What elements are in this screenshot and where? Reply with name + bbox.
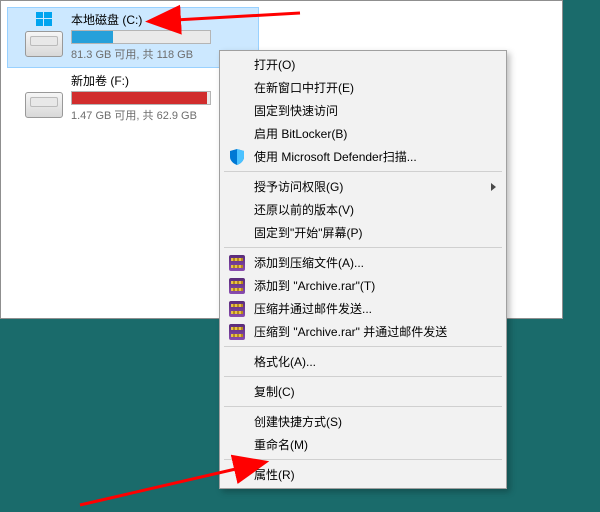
rar-icon <box>228 323 245 340</box>
rar-icon <box>228 254 245 271</box>
menu-format[interactable]: 格式化(A)... <box>222 350 504 373</box>
menu-pin-quick-access[interactable]: 固定到快速访问 <box>222 99 504 122</box>
menu-defender-scan[interactable]: 使用 Microsoft Defender扫描... <box>222 145 504 168</box>
context-menu: 打开(O) 在新窗口中打开(E) 固定到快速访问 启用 BitLocker(B)… <box>219 50 507 489</box>
menu-copy[interactable]: 复制(C) <box>222 380 504 403</box>
menu-compress-mail[interactable]: 压缩并通过邮件发送... <box>222 297 504 320</box>
menu-copy-label: 复制(C) <box>254 383 295 400</box>
menu-add-archive-label: 添加到压缩文件(A)... <box>254 254 364 271</box>
menu-format-label: 格式化(A)... <box>254 353 316 370</box>
rar-icon <box>228 277 245 294</box>
menu-create-shortcut[interactable]: 创建快捷方式(S) <box>222 410 504 433</box>
chevron-right-icon <box>491 183 496 191</box>
menu-open-new-window-label: 在新窗口中打开(E) <box>254 79 354 96</box>
menu-properties-label: 属性(R) <box>254 466 295 483</box>
menu-separator <box>224 346 502 347</box>
menu-restore-prev-label: 还原以前的版本(V) <box>254 201 354 218</box>
menu-pin-start-label: 固定到"开始"屏幕(P) <box>254 224 363 241</box>
windows-logo-icon <box>36 11 52 27</box>
drive-icon-f <box>25 72 63 118</box>
menu-grant-access[interactable]: 授予访问权限(G) <box>222 175 504 198</box>
menu-separator <box>224 376 502 377</box>
menu-bitlocker[interactable]: 启用 BitLocker(B) <box>222 122 504 145</box>
menu-rename-label: 重命名(M) <box>254 436 308 453</box>
drive-usage-bar-f <box>71 91 211 105</box>
menu-grant-access-label: 授予访问权限(G) <box>254 178 343 195</box>
menu-open-label: 打开(O) <box>254 56 295 73</box>
menu-defender-label: 使用 Microsoft Defender扫描... <box>254 148 417 165</box>
drive-name-c: 本地磁盘 (C:) <box>71 11 253 30</box>
menu-create-shortcut-label: 创建快捷方式(S) <box>254 413 342 430</box>
menu-compress-rar-mail[interactable]: 压缩到 "Archive.rar" 并通过邮件发送 <box>222 320 504 343</box>
menu-pin-quick-access-label: 固定到快速访问 <box>254 102 338 119</box>
menu-rename[interactable]: 重命名(M) <box>222 433 504 456</box>
menu-compress-rar-mail-label: 压缩到 "Archive.rar" 并通过邮件发送 <box>254 323 447 340</box>
menu-open-new-window[interactable]: 在新窗口中打开(E) <box>222 76 504 99</box>
menu-add-archive[interactable]: 添加到压缩文件(A)... <box>222 251 504 274</box>
rar-icon <box>228 300 245 317</box>
menu-add-archive-rar[interactable]: 添加到 "Archive.rar"(T) <box>222 274 504 297</box>
menu-separator <box>224 406 502 407</box>
menu-properties[interactable]: 属性(R) <box>222 463 504 486</box>
menu-compress-mail-label: 压缩并通过邮件发送... <box>254 300 372 317</box>
menu-bitlocker-label: 启用 BitLocker(B) <box>254 125 347 142</box>
menu-restore-previous[interactable]: 还原以前的版本(V) <box>222 198 504 221</box>
menu-separator <box>224 459 502 460</box>
drive-icon-c <box>25 11 63 57</box>
menu-add-archive-rar-label: 添加到 "Archive.rar"(T) <box>254 277 375 294</box>
menu-separator <box>224 247 502 248</box>
menu-separator <box>224 171 502 172</box>
drive-usage-bar-c <box>71 30 211 44</box>
menu-pin-start[interactable]: 固定到"开始"屏幕(P) <box>222 221 504 244</box>
shield-icon <box>228 148 245 165</box>
menu-open[interactable]: 打开(O) <box>222 53 504 76</box>
